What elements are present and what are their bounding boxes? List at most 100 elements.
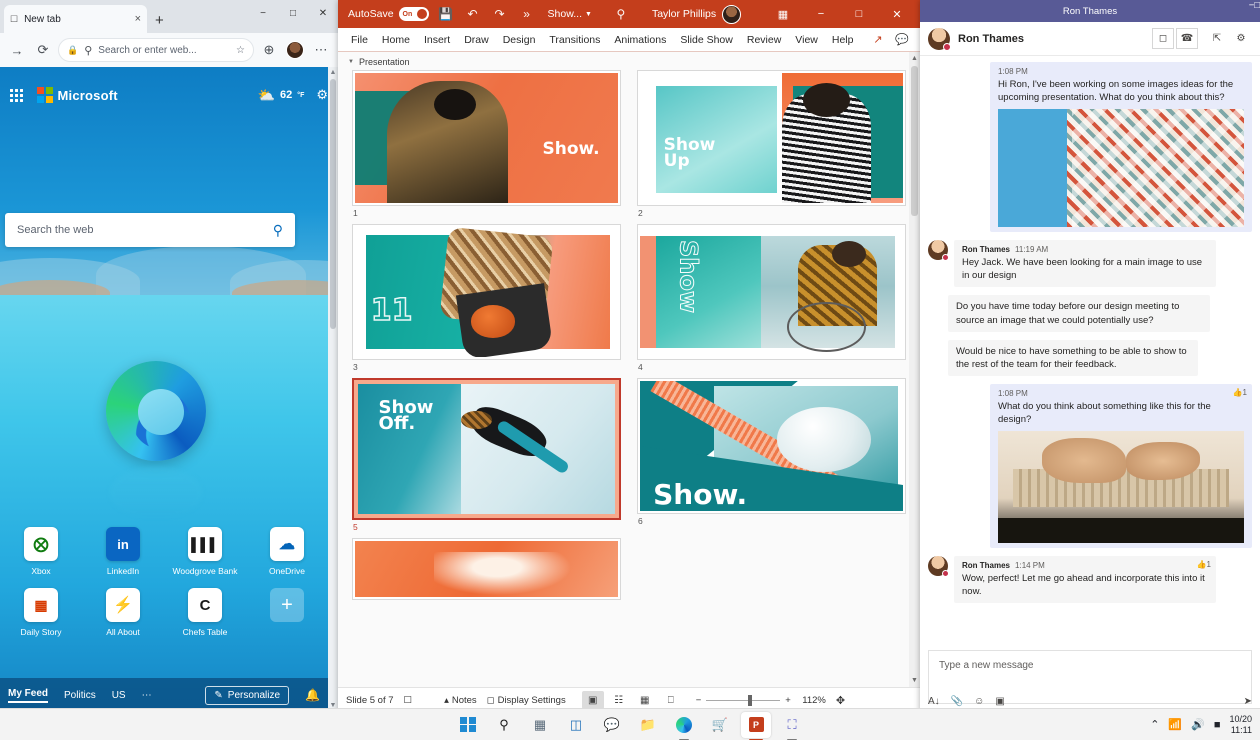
start-button[interactable] [453, 712, 483, 738]
save-icon[interactable]: 💾 [436, 7, 456, 21]
favorite-star-icon[interactable]: ☆ [236, 45, 245, 56]
forward-icon[interactable]: → [6, 39, 28, 61]
phone-icon[interactable]: ☎ [1176, 28, 1198, 49]
bell-icon[interactable]: 🔔 [305, 688, 320, 702]
quick-link-onedrive[interactable]: ☁ OneDrive [246, 527, 328, 576]
powerpoint-button[interactable]: P [741, 711, 771, 740]
send-icon[interactable]: ➤ [1244, 696, 1252, 707]
message-list[interactable]: 1:08 PM Hi Ron, I've been working on som… [920, 56, 1260, 650]
maximize-button[interactable]: □ [278, 0, 308, 26]
page-scrollbar[interactable]: ▲ ▼ [328, 67, 338, 712]
slide-thumbnail-2[interactable]: Show Up 2 [637, 70, 906, 218]
minimize-button[interactable]: − [248, 0, 278, 26]
document-name[interactable]: Show... ▼ [548, 8, 592, 20]
slideshow-icon[interactable]: ⎕ [660, 691, 682, 709]
avatar[interactable] [928, 240, 949, 262]
teams-button[interactable]: ⛶ [777, 712, 807, 740]
close-icon[interactable]: × [135, 13, 141, 25]
scroll-up-icon[interactable]: ▲ [328, 67, 338, 79]
new-tab-button[interactable]: + [155, 12, 164, 29]
browser-tab[interactable]: ☐ New tab × [4, 5, 147, 33]
zoom-out-button[interactable]: − [696, 695, 702, 706]
search-box[interactable]: Search the web ⚲ [5, 213, 295, 247]
search-icon[interactable]: ⚲ [273, 222, 283, 239]
message-image[interactable] [998, 109, 1244, 228]
attach-icon[interactable]: 📎 [951, 696, 963, 707]
tab-draw[interactable]: Draw [457, 32, 496, 48]
edge-button[interactable] [669, 712, 699, 740]
quick-link-chefs-table[interactable]: C Chefs Table [164, 588, 246, 637]
chevron-up-icon[interactable]: ⌃ [1150, 718, 1159, 731]
clock[interactable]: 10/20 11:11 [1229, 714, 1252, 735]
avatar[interactable] [722, 4, 742, 24]
store-button[interactable]: 🛒 [705, 712, 735, 738]
volume-icon[interactable]: 🔊 [1191, 718, 1205, 731]
address-bar[interactable]: 🔒 ⚲ Search or enter web... ☆ [58, 38, 254, 62]
emoji-icon[interactable]: ☺ [974, 696, 984, 707]
widgets-button[interactable]: ▦ [525, 712, 555, 738]
video-call-icon[interactable]: ◻ [1152, 28, 1174, 49]
search-input[interactable]: Search the web [17, 224, 273, 236]
user-account[interactable]: Taylor Phillips [652, 4, 742, 24]
zoom-level[interactable]: 112% [796, 695, 826, 706]
comments-icon[interactable]: 💬 [890, 33, 914, 46]
scroll-down-icon[interactable]: ▼ [909, 674, 920, 687]
message-bubble[interactable]: 1:08 PM Hi Ron, I've been working on som… [990, 62, 1252, 233]
scrollbar-thumb[interactable] [330, 79, 336, 329]
tab-design[interactable]: Design [496, 32, 543, 48]
chevron-down-icon[interactable]: ▼ [585, 11, 592, 18]
feed-tab-my-feed[interactable]: My Feed [8, 688, 49, 703]
format-icon[interactable]: A↓ [928, 696, 940, 707]
slide-thumbnail-3[interactable]: 11 3 [352, 224, 621, 372]
add-quick-link-button[interactable]: + [246, 588, 328, 637]
tab-view[interactable]: View [788, 32, 825, 48]
quick-access-more-icon[interactable]: » [517, 7, 537, 21]
tab-file[interactable]: File [344, 32, 375, 48]
maximize-button[interactable]: □ [840, 0, 878, 28]
autosave-control[interactable]: AutoSave On [348, 7, 429, 21]
tab-review[interactable]: Review [740, 32, 788, 48]
slide-thumbnail-7[interactable] [352, 538, 621, 600]
collections-icon[interactable]: ⊕ [258, 39, 280, 61]
message-input[interactable]: Type a new message [929, 651, 1251, 680]
scrollbar-thumb[interactable] [911, 66, 918, 216]
address-input[interactable]: Search or enter web... [98, 45, 230, 56]
task-view-button[interactable]: ◫ [561, 712, 591, 738]
reading-view-icon[interactable]: ▦ [634, 691, 656, 709]
feed-tab-politics[interactable]: Politics [64, 690, 96, 701]
quick-link-linkedin[interactable]: in LinkedIn [82, 527, 164, 576]
close-button[interactable]: ✕ [878, 0, 916, 28]
scroll-up-icon[interactable]: ▲ [909, 52, 920, 65]
section-header[interactable]: ▼ Presentation [338, 52, 920, 70]
slide-thumbnail-pane[interactable]: ▼ Presentation Show. 1 Show Up 2 11 3 Sh… [338, 52, 920, 687]
search-button[interactable]: ⚲ [489, 712, 519, 738]
slide-sorter-icon[interactable]: ☷ [608, 691, 630, 709]
quick-link-woodgrove-bank[interactable]: ▌▌▌ Woodgrove Bank [164, 527, 246, 576]
display-settings-button[interactable]: ◻ Display Settings [487, 695, 566, 706]
feed-more-icon[interactable]: ⋯ [142, 690, 152, 701]
message-bubble[interactable]: 👍1 1:08 PM What do you think about somet… [990, 383, 1252, 549]
avatar[interactable] [928, 556, 949, 578]
quick-link-all-about[interactable]: ⚡ All About [82, 588, 164, 637]
message-image[interactable] [998, 431, 1244, 544]
reaction-badge[interactable]: 👍1 [1233, 388, 1247, 397]
message-bubble[interactable]: Would be nice to have something to be ab… [948, 339, 1198, 376]
tab-home[interactable]: Home [375, 32, 417, 48]
quick-link-xbox[interactable]: ⨂ Xbox [0, 527, 82, 576]
tab-animations[interactable]: Animations [607, 32, 673, 48]
tab-transitions[interactable]: Transitions [542, 32, 607, 48]
tab-help[interactable]: Help [825, 32, 861, 48]
teams-chat-button[interactable]: 💬 [597, 712, 627, 738]
slide-thumbnail-5[interactable]: Show Off. 5 [352, 378, 621, 532]
refresh-icon[interactable]: ⟳ [32, 39, 54, 61]
reaction-badge[interactable]: 👍1 [1197, 560, 1211, 569]
redo-icon[interactable]: ↷ [490, 7, 510, 21]
app-launcher-icon[interactable] [10, 88, 23, 102]
zoom-in-button[interactable]: + [785, 695, 791, 706]
autosave-toggle[interactable]: On [398, 7, 429, 21]
share-screen-icon[interactable]: ⇱ [1206, 28, 1228, 49]
giphy-icon[interactable]: ▣ [995, 696, 1004, 707]
battery-icon[interactable]: ■ [1214, 719, 1221, 731]
message-bubble[interactable]: Do you have time today before our design… [948, 295, 1210, 332]
tab-slide-show[interactable]: Slide Show [673, 32, 740, 48]
